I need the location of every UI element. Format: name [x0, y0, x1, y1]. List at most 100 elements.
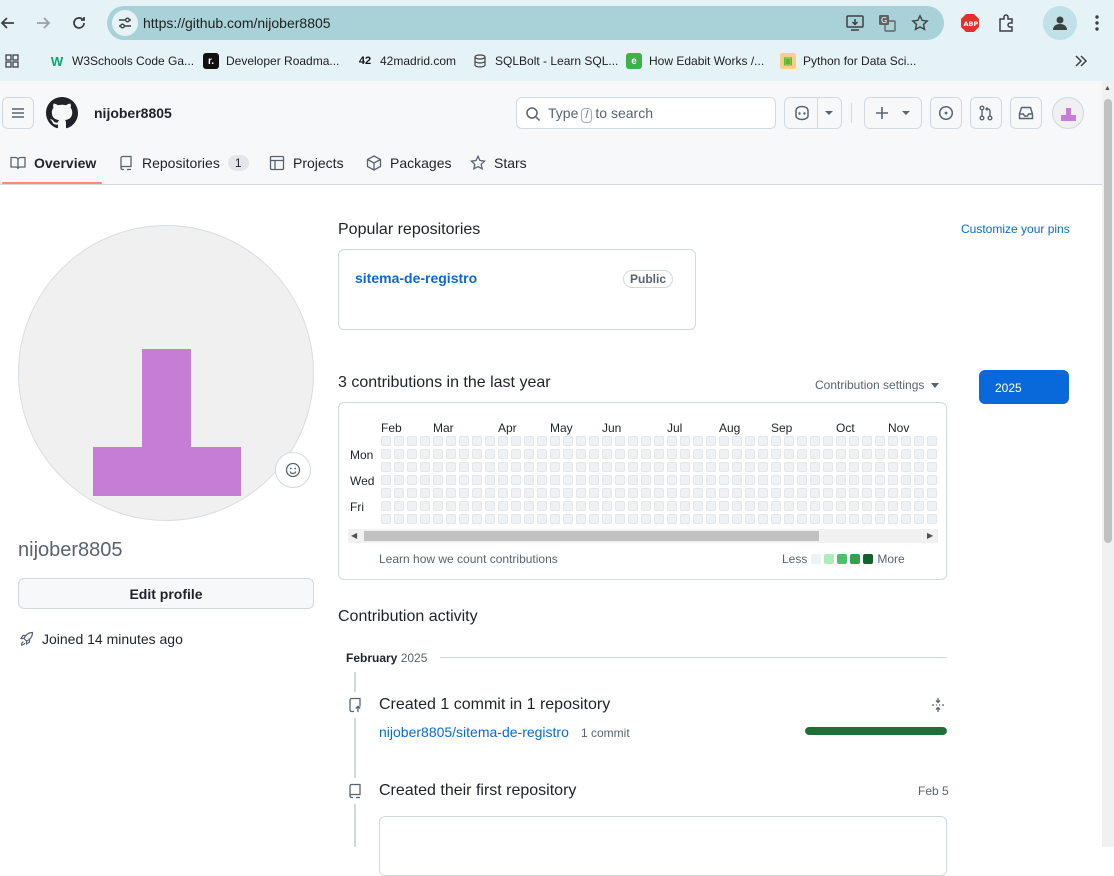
contribution-day-cell[interactable]	[602, 488, 612, 498]
learn-contributions-link[interactable]: Learn how we count contributions	[379, 552, 558, 566]
contribution-day-cell[interactable]	[862, 501, 872, 511]
contribution-day-cell[interactable]	[654, 488, 664, 498]
contribution-day-cell[interactable]	[420, 501, 430, 511]
contribution-day-cell[interactable]	[693, 514, 703, 524]
contribution-day-cell[interactable]	[381, 462, 391, 472]
contribution-day-cell[interactable]	[524, 436, 534, 446]
contribution-day-cell[interactable]	[849, 514, 859, 524]
contribution-day-cell[interactable]	[667, 449, 677, 459]
tab-stars[interactable]: Stars	[470, 143, 527, 183]
issues-button[interactable]	[930, 97, 962, 129]
contribution-day-cell[interactable]	[511, 449, 521, 459]
calendar-scroll-thumb[interactable]	[364, 531, 819, 541]
contribution-day-cell[interactable]	[927, 462, 937, 472]
contribution-day-cell[interactable]	[420, 488, 430, 498]
contribution-day-cell[interactable]	[901, 475, 911, 485]
contribution-day-cell[interactable]	[576, 449, 586, 459]
contribution-day-cell[interactable]	[602, 449, 612, 459]
contribution-day-cell[interactable]	[693, 449, 703, 459]
contribution-day-cell[interactable]	[914, 514, 924, 524]
contribution-day-cell[interactable]	[667, 462, 677, 472]
contribution-day-cell[interactable]	[498, 488, 508, 498]
contribution-day-cell[interactable]	[589, 501, 599, 511]
contribution-day-cell[interactable]	[875, 475, 885, 485]
contribution-day-cell[interactable]	[797, 501, 807, 511]
contribution-day-cell[interactable]	[498, 462, 508, 472]
contribution-day-cell[interactable]	[394, 436, 404, 446]
contribution-day-cell[interactable]	[472, 475, 482, 485]
contribution-day-cell[interactable]	[394, 462, 404, 472]
contribution-day-cell[interactable]	[901, 436, 911, 446]
contribution-day-cell[interactable]	[914, 488, 924, 498]
commit-activity-title[interactable]: Created 1 commit in 1 repository	[379, 696, 610, 714]
contribution-day-cell[interactable]	[771, 475, 781, 485]
contribution-day-cell[interactable]	[550, 436, 560, 446]
contribution-day-cell[interactable]	[433, 436, 443, 446]
contribution-day-cell[interactable]	[381, 436, 391, 446]
contribution-day-cell[interactable]	[537, 449, 547, 459]
contribution-day-cell[interactable]	[628, 514, 638, 524]
contribution-day-cell[interactable]	[498, 449, 508, 459]
tab-packages[interactable]: Packages	[366, 143, 451, 183]
contribution-day-cell[interactable]	[680, 501, 690, 511]
contribution-day-cell[interactable]	[849, 501, 859, 511]
set-status-button[interactable]	[275, 452, 311, 488]
contribution-day-cell[interactable]	[446, 475, 456, 485]
contribution-day-cell[interactable]	[719, 501, 729, 511]
github-logo-icon[interactable]	[46, 97, 78, 129]
page-scrollbar[interactable]: ▲	[1102, 81, 1114, 847]
contribution-day-cell[interactable]	[459, 475, 469, 485]
contribution-day-cell[interactable]	[485, 488, 495, 498]
commit-repo-link[interactable]: nijober8805/sitema-de-registro	[379, 724, 569, 740]
contribution-day-cell[interactable]	[459, 449, 469, 459]
contribution-day-cell[interactable]	[888, 488, 898, 498]
contribution-day-cell[interactable]	[849, 488, 859, 498]
header-username[interactable]: nijober8805	[94, 105, 172, 121]
contribution-day-cell[interactable]	[875, 462, 885, 472]
contribution-day-cell[interactable]	[615, 449, 625, 459]
contribution-day-cell[interactable]	[758, 436, 768, 446]
contribution-day-cell[interactable]	[407, 462, 417, 472]
scroll-up-icon[interactable]: ▲	[1104, 85, 1111, 92]
contribution-day-cell[interactable]	[446, 501, 456, 511]
contribution-day-cell[interactable]	[732, 475, 742, 485]
contribution-day-cell[interactable]	[771, 449, 781, 459]
contribution-day-cell[interactable]	[836, 462, 846, 472]
tab-projects[interactable]: Projects	[269, 143, 344, 183]
contribution-day-cell[interactable]	[602, 436, 612, 446]
contribution-day-cell[interactable]	[680, 488, 690, 498]
contribution-day-cell[interactable]	[901, 514, 911, 524]
contribution-day-cell[interactable]	[693, 501, 703, 511]
contribution-day-cell[interactable]	[407, 475, 417, 485]
contribution-day-cell[interactable]	[667, 501, 677, 511]
contribution-day-cell[interactable]	[719, 475, 729, 485]
bookmark-python[interactable]: ▣ Python for Data Sci...	[780, 52, 916, 70]
contribution-day-cell[interactable]	[420, 449, 430, 459]
contribution-day-cell[interactable]	[641, 436, 651, 446]
contribution-day-cell[interactable]	[407, 501, 417, 511]
contribution-day-cell[interactable]	[810, 449, 820, 459]
contribution-day-cell[interactable]	[641, 462, 651, 472]
contribution-day-cell[interactable]	[654, 514, 664, 524]
contribution-day-cell[interactable]	[602, 462, 612, 472]
contribution-day-cell[interactable]	[758, 449, 768, 459]
contribution-day-cell[interactable]	[849, 475, 859, 485]
contribution-day-cell[interactable]	[589, 449, 599, 459]
contribution-day-cell[interactable]	[485, 475, 495, 485]
create-new-button[interactable]	[864, 97, 922, 129]
pinned-repo-link[interactable]: sitema-de-registro	[355, 270, 477, 286]
contribution-day-cell[interactable]	[407, 514, 417, 524]
contribution-day-cell[interactable]	[576, 514, 586, 524]
contribution-day-cell[interactable]	[615, 514, 625, 524]
contribution-day-cell[interactable]	[420, 514, 430, 524]
contribution-day-cell[interactable]	[706, 501, 716, 511]
contribution-day-cell[interactable]	[433, 488, 443, 498]
install-app-icon[interactable]	[845, 13, 865, 33]
user-avatar[interactable]	[1052, 97, 1084, 129]
contribution-day-cell[interactable]	[888, 449, 898, 459]
contribution-day-cell[interactable]	[732, 436, 742, 446]
contribution-day-cell[interactable]	[888, 475, 898, 485]
contribution-day-cell[interactable]	[706, 436, 716, 446]
contribution-day-cell[interactable]	[914, 449, 924, 459]
contribution-day-cell[interactable]	[615, 501, 625, 511]
